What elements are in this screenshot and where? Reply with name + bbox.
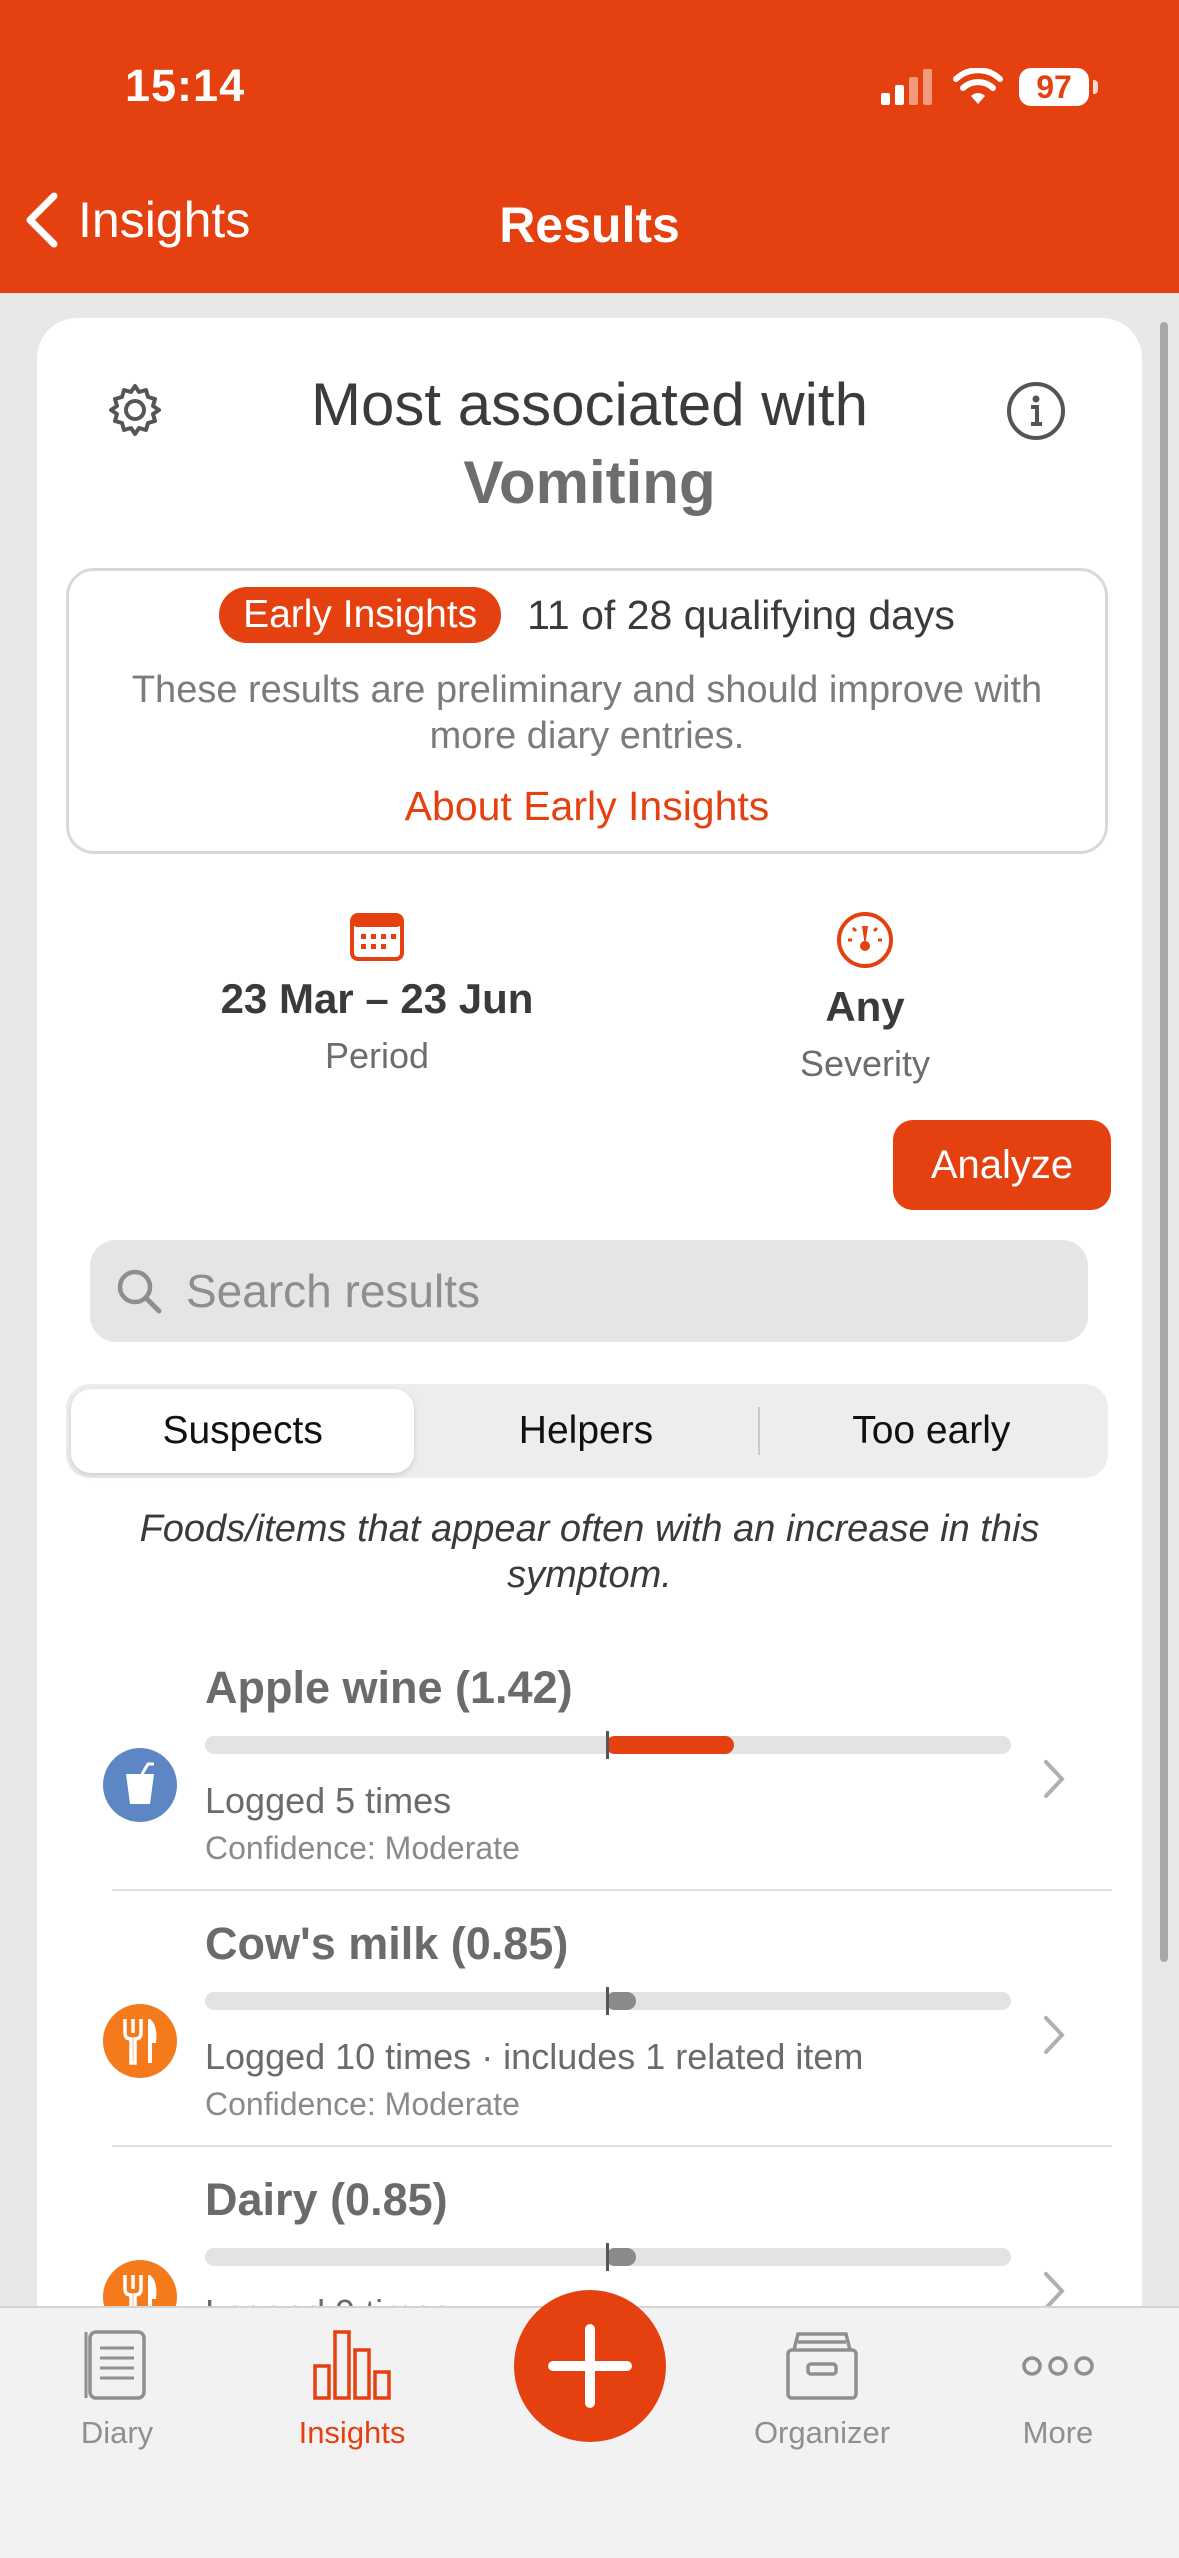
tab-insights-label: Insights <box>298 2415 406 2450</box>
search-icon <box>117 1269 162 1314</box>
search-input[interactable] <box>184 1263 1038 1319</box>
chevron-right-icon <box>1041 2014 1067 2061</box>
early-insights-description: These results are preliminary and should… <box>131 669 1043 757</box>
early-insights-box: Early Insights 11 of 28 qualifying days … <box>66 568 1108 854</box>
results-card: Most associated with Vomiting Early Insi… <box>37 318 1142 2418</box>
chevron-right-icon <box>1041 1758 1067 1805</box>
tab-insights[interactable]: Insights <box>252 2328 452 2451</box>
result-name: Dairy (0.85) <box>205 2174 448 2225</box>
period-filter[interactable]: 23 Mar – 23 Jun Period <box>167 910 587 1077</box>
segment-hint: Foods/items that appear often with an in… <box>139 1508 1040 1596</box>
gauge-icon <box>837 912 893 968</box>
result-confidence: Confidence: Moderate <box>205 1830 520 1866</box>
score-bar <box>205 2243 1011 2271</box>
more-icon <box>1022 2356 1094 2376</box>
scrollbar[interactable] <box>1160 322 1168 1962</box>
add-entry-button[interactable] <box>514 2290 666 2442</box>
tab-more[interactable]: More <box>958 2328 1158 2451</box>
info-button[interactable] <box>1005 380 1067 447</box>
insights-icon <box>313 2330 391 2400</box>
drink-icon <box>103 1748 177 1822</box>
tab-diary-label: Diary <box>80 2415 154 2450</box>
severity-filter[interactable]: Any Severity <box>655 910 1075 1085</box>
signal-icon <box>881 69 932 105</box>
tab-helpers[interactable]: Helpers <box>414 1389 757 1473</box>
results-heading: Most associated with <box>311 371 868 438</box>
info-icon <box>1007 382 1065 440</box>
early-insights-badge: Early Insights <box>219 587 502 643</box>
tab-more-label: More <box>1022 2415 1094 2450</box>
result-name: Cow's milk (0.85) <box>205 1918 569 1969</box>
result-logged: Logged 10 times · includes 1 related ite… <box>205 2036 864 2077</box>
result-row[interactable]: Apple wine (1.42) Logged 5 times Confide… <box>37 1658 1142 1912</box>
result-name: Apple wine (1.42) <box>205 1662 573 1713</box>
row-separator <box>112 2145 1112 2147</box>
result-row[interactable]: Cow's milk (0.85) Logged 10 times · incl… <box>37 1914 1142 2168</box>
tab-suspects[interactable]: Suspects <box>71 1389 415 1473</box>
segmented-control: Suspects Helpers Too early <box>66 1384 1108 1478</box>
score-bar-fill <box>606 2248 636 2266</box>
tab-diary[interactable]: Diary <box>17 2328 217 2451</box>
score-bar-center <box>606 2243 609 2271</box>
score-bar-center <box>606 1731 609 1759</box>
tab-organizer[interactable]: Organizer <box>722 2328 922 2451</box>
analyze-button[interactable]: Analyze <box>893 1120 1111 1210</box>
wifi-icon <box>953 68 1003 104</box>
status-icons: 97 <box>881 62 1098 112</box>
period-value: 23 Mar – 23 Jun <box>220 975 534 1022</box>
back-button[interactable]: Insights <box>22 190 250 250</box>
qualifying-days: 11 of 28 qualifying days <box>527 591 955 638</box>
about-early-insights-link[interactable]: About Early Insights <box>69 783 1105 830</box>
severity-value: Any <box>825 983 905 1030</box>
score-bar-fill <box>606 1992 636 2010</box>
chevron-left-icon <box>26 192 58 248</box>
row-separator <box>112 1889 1112 1891</box>
app-header: 15:14 97 Insights Results <box>0 0 1179 293</box>
score-bar-fill <box>606 1736 735 1754</box>
fork-knife-icon <box>103 2004 177 2078</box>
plus-icon <box>548 2324 632 2408</box>
organizer-icon <box>786 2332 858 2400</box>
tab-organizer-label: Organizer <box>753 2415 891 2450</box>
symptom-name: Vomiting <box>463 449 716 516</box>
severity-label: Severity <box>799 1043 931 1084</box>
result-logged: Logged 5 times <box>205 1780 452 1821</box>
status-time: 15:14 <box>125 60 246 111</box>
search-bar[interactable] <box>90 1240 1088 1342</box>
battery-indicator: 97 <box>1019 68 1098 106</box>
result-confidence: Confidence: Moderate <box>205 2086 520 2122</box>
calendar-icon <box>350 913 404 961</box>
tab-too-early[interactable]: Too early <box>760 1389 1103 1473</box>
diary-icon <box>84 2330 146 2400</box>
period-label: Period <box>324 1035 430 1076</box>
score-bar <box>205 1987 1011 2015</box>
score-bar-center <box>606 1987 609 2015</box>
back-label: Insights <box>78 192 251 248</box>
score-bar <box>205 1731 1011 1759</box>
